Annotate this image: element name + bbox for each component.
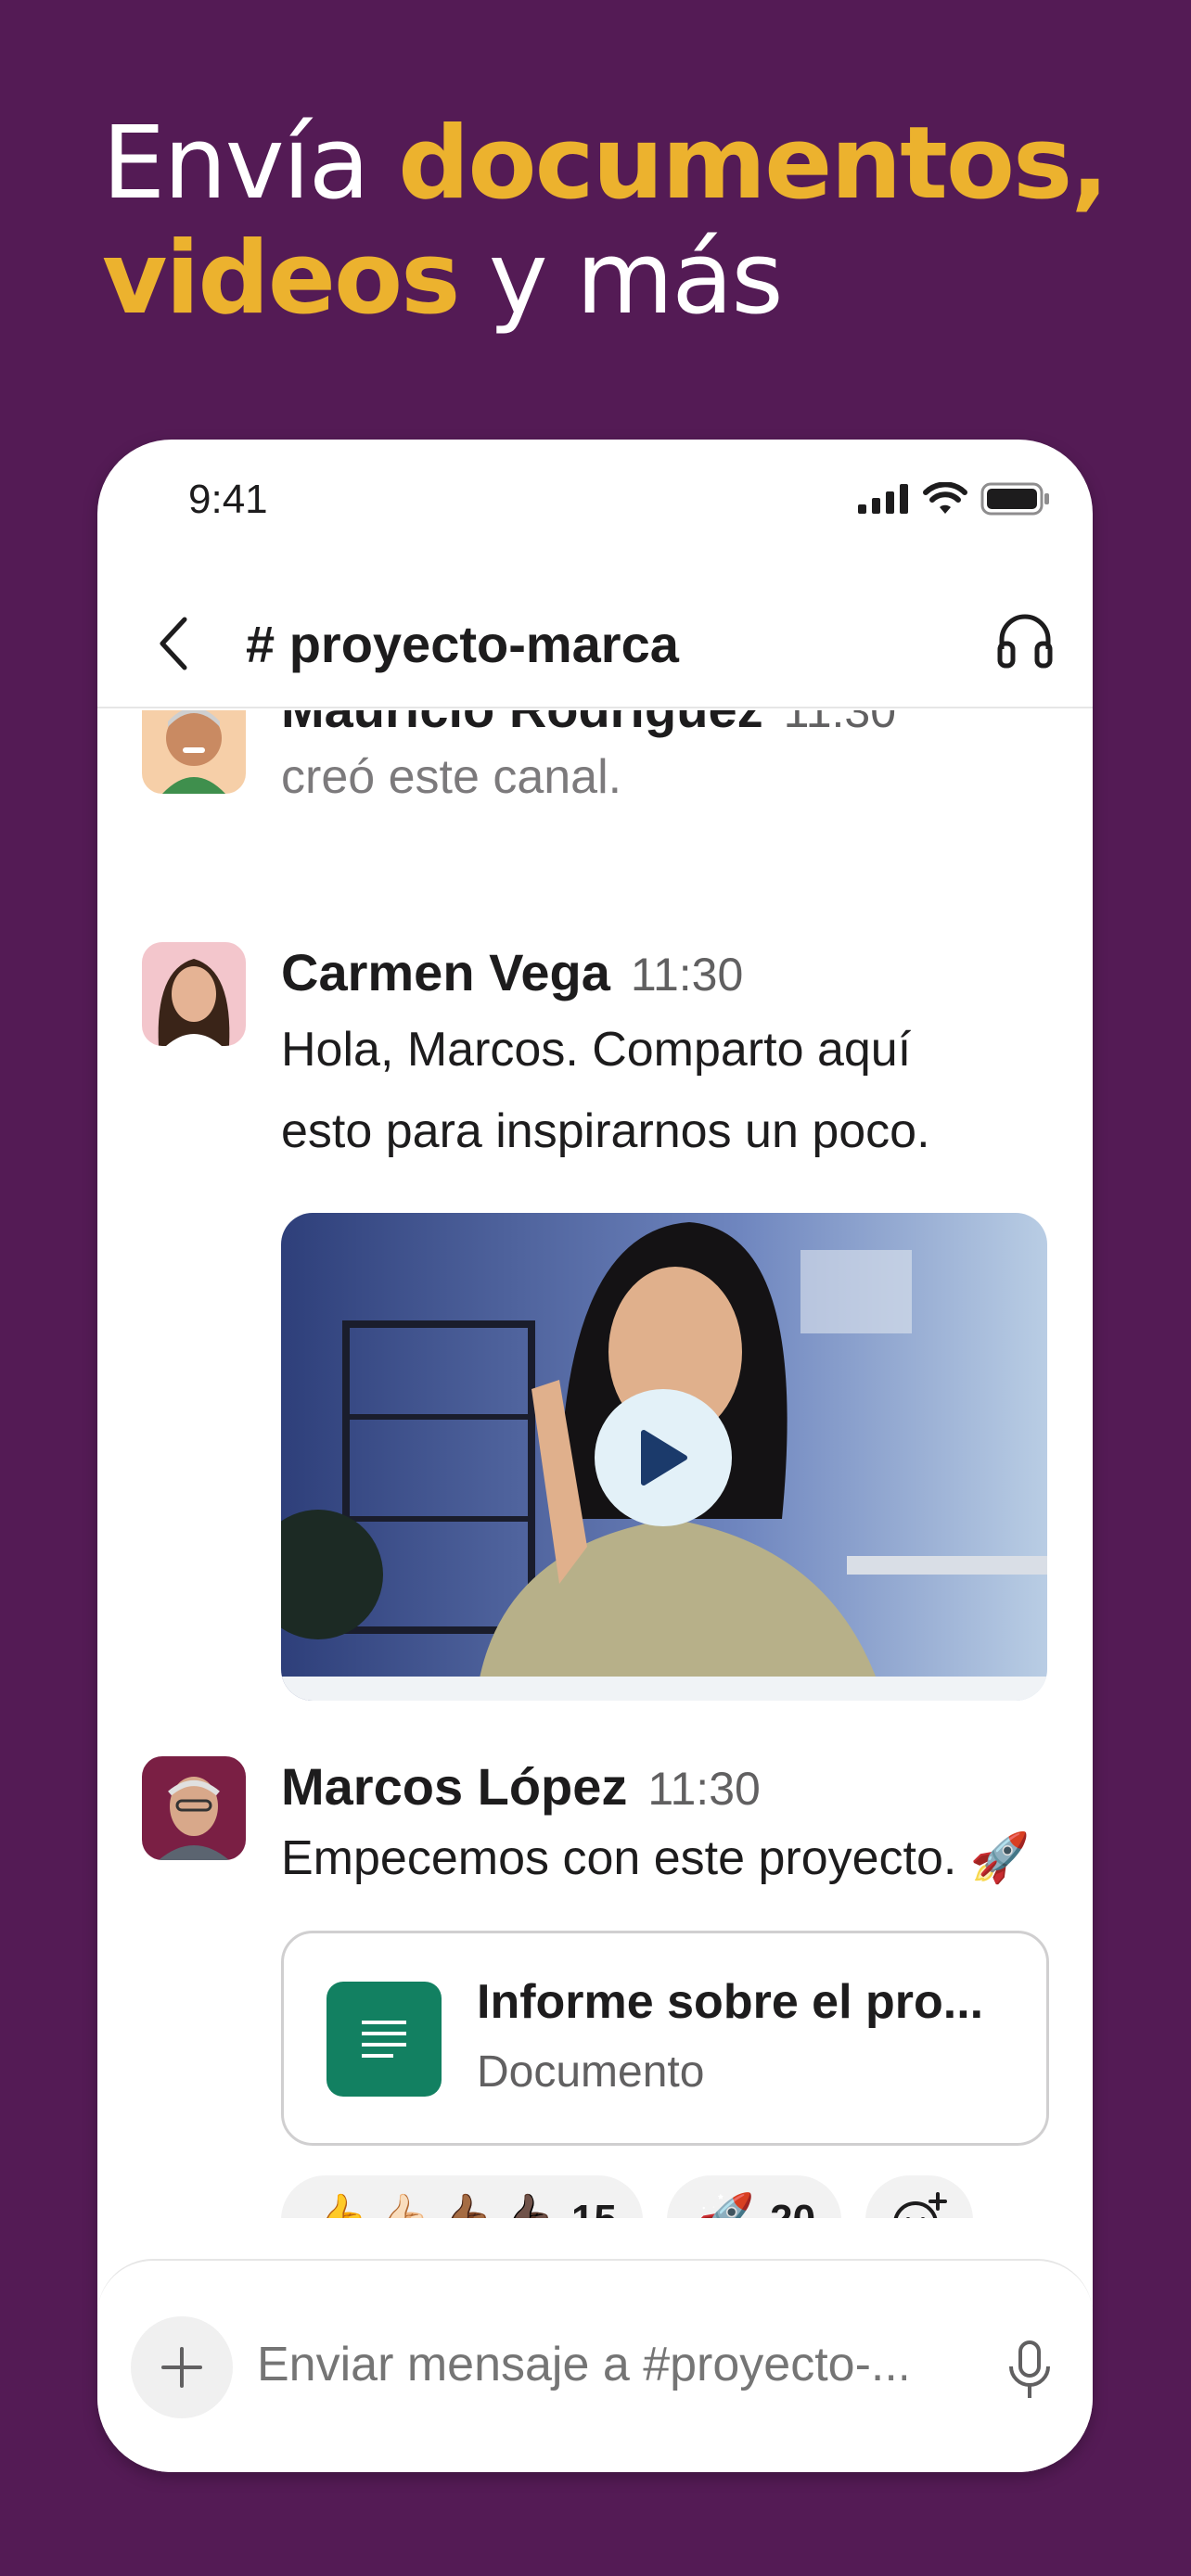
reaction-rocket[interactable]: 🚀 20 xyxy=(666,2175,842,2219)
author-name[interactable]: Carmen Vega xyxy=(281,943,610,1001)
status-bar: 9:41 xyxy=(97,440,1093,551)
play-button[interactable] xyxy=(595,1389,732,1526)
add-attachment-button[interactable] xyxy=(131,2316,233,2418)
message-header: Carmen Vega 11:30 xyxy=(281,942,743,1002)
reaction-count: 20 xyxy=(770,2197,815,2218)
author-name[interactable]: Mauricio Rodriguez xyxy=(281,710,763,738)
message-item: Marcos López 11:30 Empecemos con este pro… xyxy=(142,1756,1060,2218)
video-attachment[interactable] xyxy=(281,1213,1047,1701)
channel-header: # proyecto-marca xyxy=(97,577,1093,708)
reaction-count: 15 xyxy=(571,2197,617,2218)
battery-icon xyxy=(980,482,1049,516)
avatar[interactable] xyxy=(142,710,246,794)
message-text: creó este canal. xyxy=(281,750,622,804)
thumbs-up-emoji: 👍👍🏻👍🏾👍🏿 xyxy=(307,2191,557,2219)
microphone-icon[interactable] xyxy=(1004,2339,1056,2404)
message-header: Mauricio Rodriguez 11:30 xyxy=(281,710,896,739)
reactions-bar: 👍👍🏻👍🏾👍🏿 15 🚀 20 xyxy=(281,2175,974,2219)
headline-highlight-1: documentos, xyxy=(398,106,1108,222)
message-time: 11:30 xyxy=(630,949,744,1001)
promo-headline: Envía documentos, videos y más xyxy=(102,107,1122,337)
back-chevron-icon[interactable] xyxy=(153,614,194,673)
message-header: Marcos López 11:30 xyxy=(281,1756,761,1817)
phone-frame: 9:41 # proyecto-marca 11:30 creó este ca… xyxy=(97,440,1093,2472)
add-reaction-button[interactable] xyxy=(865,2175,974,2218)
status-icons xyxy=(858,482,1051,516)
headline-part-1: Envía xyxy=(102,106,399,222)
headphones-icon[interactable] xyxy=(994,608,1056,670)
reaction-thumbs-up[interactable]: 👍👍🏻👍🏾👍🏿 15 xyxy=(281,2175,643,2218)
status-time: 9:41 xyxy=(188,477,268,522)
avatar[interactable] xyxy=(142,942,246,1046)
message-item: Carmen Vega 11:30 Hola, Marcos. Comparto … xyxy=(142,942,1060,1712)
headline-highlight-2: videos xyxy=(102,221,460,337)
avatar[interactable] xyxy=(142,1756,246,1860)
message-text: Hola, Marcos. Comparto aquí esto para in… xyxy=(281,1023,930,1158)
message-input[interactable] xyxy=(257,2337,906,2392)
message-text: Empecemos con este proyecto. 🚀 xyxy=(281,1831,1031,1885)
author-name[interactable]: Marcos López xyxy=(281,1757,627,1816)
channel-title[interactable]: # proyecto-marca xyxy=(246,614,679,674)
wifi-icon xyxy=(923,482,967,514)
message-time: 11:30 xyxy=(647,1763,761,1815)
message-time: 11:30 xyxy=(783,710,897,737)
document-attachment[interactable]: Informe sobre el pro... Documento xyxy=(281,1931,1049,2146)
add-emoji-icon xyxy=(893,2192,948,2218)
message-item: Mauricio Rodriguez 11:30 creó este canal. xyxy=(142,710,1060,836)
message-feed[interactable]: Mauricio Rodriguez 11:30 creó este canal.… xyxy=(97,710,1093,2218)
cellular-signal-icon xyxy=(858,484,908,514)
document-icon xyxy=(327,1982,442,2097)
play-icon xyxy=(641,1430,687,1486)
headline-part-4: y más xyxy=(458,221,784,337)
rocket-emoji: 🚀 xyxy=(693,2191,755,2219)
message-composer xyxy=(97,2259,1093,2472)
plus-icon xyxy=(161,2347,202,2388)
document-type: Documento xyxy=(477,2047,705,2097)
document-title: Informe sobre el pro... xyxy=(477,1975,984,2029)
